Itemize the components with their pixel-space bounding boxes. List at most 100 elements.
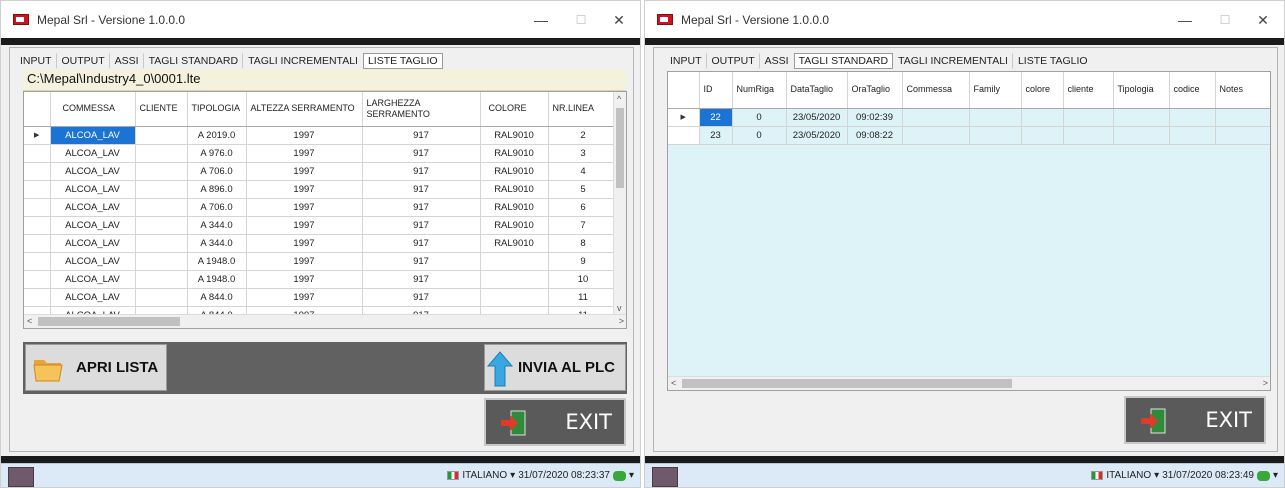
table-cell[interactable]: 917 — [362, 162, 481, 181]
table-cell[interactable]: 917 — [362, 144, 481, 163]
maximize-button[interactable]: ☐ — [1210, 9, 1240, 31]
table-cell[interactable]: 7 — [548, 216, 619, 235]
language-selector[interactable]: ITALIANO — [462, 470, 507, 481]
minimize-button[interactable]: — — [1170, 9, 1200, 31]
exit-button[interactable]: EXIT — [1124, 396, 1266, 444]
tab-input[interactable]: INPUT — [15, 53, 57, 69]
table-cell[interactable] — [135, 216, 188, 235]
table-cell[interactable]: ALCOA_LAV — [50, 234, 136, 253]
row-header[interactable] — [24, 198, 51, 217]
row-header[interactable] — [24, 288, 51, 307]
tab-output[interactable]: OUTPUT — [707, 53, 760, 69]
table-cell[interactable]: 1997 — [246, 216, 363, 235]
table-cell[interactable]: A 1948.0 — [187, 252, 247, 271]
close-button[interactable]: ✕ — [604, 9, 634, 31]
col-header[interactable]: ID — [699, 72, 733, 109]
row-header[interactable]: ▶ — [668, 108, 700, 127]
table-cell[interactable]: A 844.0 — [187, 288, 247, 307]
table-cell[interactable]: A 706.0 — [187, 162, 247, 181]
table-cell[interactable]: A 1948.0 — [187, 270, 247, 289]
chat-caret[interactable]: ▾ — [1273, 470, 1278, 481]
table-cell[interactable]: RAL9010 — [480, 198, 549, 217]
table-cell[interactable] — [135, 252, 188, 271]
table-cell[interactable]: 917 — [362, 198, 481, 217]
table-cell[interactable] — [1215, 108, 1270, 127]
language-caret[interactable]: ▾ — [510, 470, 515, 481]
row-header[interactable] — [24, 144, 51, 163]
tab-output[interactable]: OUTPUT — [57, 53, 110, 69]
col-header[interactable]: Family — [969, 72, 1022, 109]
table-cell[interactable]: 3 — [548, 144, 619, 163]
table-cell[interactable] — [135, 162, 188, 181]
table-cell[interactable]: 917 — [362, 288, 481, 307]
table-cell[interactable]: ALCOA_LAV — [50, 144, 136, 163]
col-header[interactable]: COMMESSA — [50, 92, 136, 127]
table-cell[interactable]: 10 — [548, 270, 619, 289]
table-cell[interactable]: RAL9010 — [480, 216, 549, 235]
table-cell[interactable]: 09:02:39 — [847, 108, 903, 127]
table-row[interactable]: ALCOA_LAV A 1948.0 1997 917 9 — [24, 252, 619, 271]
table-cell[interactable]: 0 — [732, 108, 787, 127]
col-header[interactable]: NumRiga — [732, 72, 787, 109]
table-cell[interactable] — [480, 270, 549, 289]
horizontal-scrollbar[interactable]: < > — [668, 376, 1270, 390]
tab-tagli-incrementali[interactable]: TAGLI INCREMENTALI — [893, 53, 1013, 69]
table-cell[interactable] — [969, 108, 1022, 127]
scroll-down-arrow[interactable]: v — [617, 303, 622, 313]
vertical-scroll-thumb[interactable] — [616, 108, 624, 188]
table-row[interactable]: ALCOA_LAV A 896.0 1997 917 RAL9010 5 — [24, 180, 619, 199]
scroll-left-arrow[interactable]: < — [671, 378, 676, 388]
table-cell[interactable]: A 2019.0 — [187, 126, 247, 145]
table-cell[interactable]: 1997 — [246, 144, 363, 163]
table-cell[interactable]: 1997 — [246, 162, 363, 181]
table-cell[interactable]: 09:08:22 — [847, 126, 903, 145]
table-cell[interactable]: A 706.0 — [187, 198, 247, 217]
col-header[interactable]: Notes — [1215, 72, 1270, 109]
tab-assi[interactable]: ASSI — [760, 53, 794, 69]
table-cell[interactable]: 1997 — [246, 180, 363, 199]
table-cell[interactable] — [135, 126, 188, 145]
table-cell[interactable] — [1063, 108, 1114, 127]
table-cell[interactable]: RAL9010 — [480, 126, 549, 145]
table-cell[interactable]: RAL9010 — [480, 234, 549, 253]
table-cell[interactable] — [902, 108, 970, 127]
table-cell[interactable]: 917 — [362, 270, 481, 289]
table-cell[interactable]: 22 — [699, 108, 733, 127]
table-cell[interactable]: A 896.0 — [187, 180, 247, 199]
table-cell[interactable]: 917 — [362, 252, 481, 271]
table-cell[interactable]: 8 — [548, 234, 619, 253]
table-cell[interactable] — [1113, 126, 1170, 145]
open-list-button[interactable]: APRI LISTA — [25, 344, 167, 391]
table-cell[interactable]: 23 — [699, 126, 733, 145]
col-header[interactable]: DataTaglio — [786, 72, 848, 109]
table-cell[interactable]: ALCOA_LAV — [50, 162, 136, 181]
table-row[interactable]: ALCOA_LAV A 976.0 1997 917 RAL9010 3 — [24, 144, 619, 163]
table-row[interactable]: ALCOA_LAV A 844.01997917 11 — [24, 288, 619, 307]
table-cell[interactable]: 0 — [732, 126, 787, 145]
cut-list-grid[interactable]: COMMESSA CLIENTE TIPOLOGIA ALTEZZA SERRA… — [23, 91, 627, 329]
scroll-up-arrow[interactable]: ^ — [617, 94, 621, 104]
col-header[interactable]: COLORE — [480, 92, 549, 127]
col-header[interactable]: ALTEZZA SERRAMENTO — [246, 92, 363, 127]
table-cell[interactable]: 23/05/2020 — [786, 126, 848, 145]
table-cell[interactable]: RAL9010 — [480, 162, 549, 181]
table-cell[interactable] — [135, 180, 188, 199]
table-cell[interactable] — [135, 288, 188, 307]
tab-tagli-standard[interactable]: TAGLI STANDARD — [144, 53, 244, 69]
table-cell[interactable]: 23/05/2020 — [786, 108, 848, 127]
scroll-left-arrow[interactable]: < — [27, 316, 32, 326]
table-cell[interactable]: A 344.0 — [187, 234, 247, 253]
exit-button[interactable]: EXIT — [484, 398, 626, 446]
table-cell[interactable]: 1997 — [246, 234, 363, 253]
col-header[interactable]: NR.LINEA — [548, 92, 619, 127]
table-cell[interactable]: 5 — [548, 180, 619, 199]
row-header[interactable]: ▶ — [24, 126, 51, 145]
table-cell[interactable]: ALCOA_LAV — [50, 216, 136, 235]
table-cell[interactable]: 2 — [548, 126, 619, 145]
table-cell[interactable]: RAL9010 — [480, 144, 549, 163]
horizontal-scrollbar[interactable]: < > — [24, 314, 626, 328]
close-button[interactable]: ✕ — [1248, 9, 1278, 31]
table-cell[interactable]: 1997 — [246, 252, 363, 271]
table-cell[interactable]: 917 — [362, 180, 481, 199]
col-header[interactable]: cliente — [1063, 72, 1114, 109]
